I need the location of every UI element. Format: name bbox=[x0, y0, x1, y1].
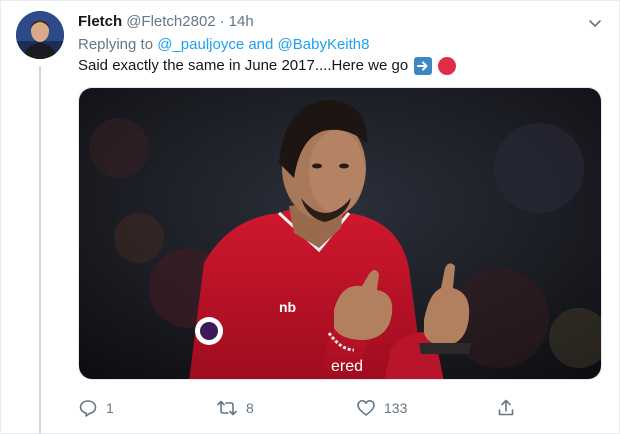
separator-dot: · bbox=[219, 13, 225, 30]
retweet-count: 8 bbox=[246, 400, 254, 416]
author-name[interactable]: Fletch bbox=[78, 13, 122, 30]
tweet-timestamp[interactable]: 14h bbox=[229, 13, 254, 30]
retweet-button[interactable]: 8 bbox=[216, 398, 254, 418]
thread-line bbox=[39, 66, 41, 434]
author-handle[interactable]: @Fletch2802 bbox=[126, 13, 215, 30]
player-photo: nb ered bbox=[79, 88, 601, 379]
replying-prefix: Replying to bbox=[78, 36, 154, 53]
like-count: 133 bbox=[384, 400, 408, 416]
jersey-text: ered bbox=[331, 358, 363, 375]
red-circle-emoji-icon bbox=[438, 57, 457, 75]
reply-button[interactable]: 1 bbox=[78, 398, 114, 418]
heart-icon bbox=[357, 400, 375, 416]
retweet-icon bbox=[217, 400, 237, 416]
mention-conjunction[interactable]: and bbox=[248, 36, 273, 53]
tweet-header: Fletch @Fletch2802 · 14h bbox=[78, 12, 254, 32]
mention-link[interactable]: @_pauljoyce bbox=[157, 36, 244, 53]
kit-brand-logo: nb bbox=[279, 299, 296, 315]
share-icon bbox=[498, 399, 514, 416]
tweet-text: Said exactly the same in June 2017....He… bbox=[78, 56, 457, 76]
like-button[interactable]: 133 bbox=[356, 398, 407, 418]
avatar[interactable] bbox=[16, 11, 64, 59]
chevron-down-icon[interactable] bbox=[586, 14, 604, 32]
tweet-photo[interactable]: nb ered bbox=[78, 87, 602, 380]
right-arrow-emoji-icon bbox=[414, 57, 433, 75]
reply-count: 1 bbox=[106, 400, 114, 416]
replying-to: Replying to @_pauljoyce and @BabyKeith8 bbox=[78, 35, 370, 55]
tweet-actions: 1 8 133 bbox=[78, 398, 518, 420]
reply-icon bbox=[79, 400, 97, 417]
mention-link[interactable]: @BabyKeith8 bbox=[278, 36, 370, 53]
share-button[interactable] bbox=[496, 398, 524, 418]
tweet-body: Said exactly the same in June 2017....He… bbox=[78, 57, 409, 74]
